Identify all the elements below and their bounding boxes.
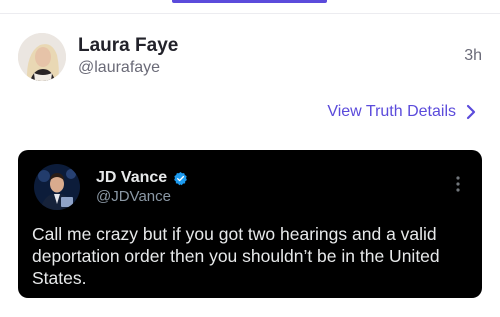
author-name[interactable]: Laura Faye bbox=[78, 35, 178, 57]
embedded-post-text: Call me crazy but if you got two hearing… bbox=[32, 224, 440, 288]
embedded-name-row: JD Vance bbox=[96, 169, 188, 187]
embedded-avatar[interactable] bbox=[34, 164, 80, 210]
author-handle[interactable]: @laurafaye bbox=[78, 59, 160, 77]
post-timestamp: 3h bbox=[464, 47, 482, 64]
embedded-author-handle[interactable]: @JDVance bbox=[96, 188, 171, 205]
truth-post-view: Laura Faye @laurafaye 3h View Truth Deta… bbox=[0, 0, 500, 317]
embedded-author-name[interactable]: JD Vance bbox=[96, 169, 167, 187]
verified-badge-icon bbox=[174, 171, 188, 185]
active-tab-indicator bbox=[172, 0, 327, 3]
avatar[interactable] bbox=[18, 33, 66, 81]
divider bbox=[0, 13, 500, 14]
post-header: Laura Faye @laurafaye 3h bbox=[18, 33, 482, 83]
chevron-right-icon bbox=[466, 104, 476, 120]
more-vertical-icon[interactable] bbox=[456, 176, 460, 192]
view-truth-details-label: View Truth Details bbox=[327, 103, 456, 120]
embedded-post-card[interactable]: JD Vance @JDVance Call me crazy but if y… bbox=[18, 150, 482, 298]
view-truth-details-link[interactable]: View Truth Details bbox=[327, 103, 476, 121]
